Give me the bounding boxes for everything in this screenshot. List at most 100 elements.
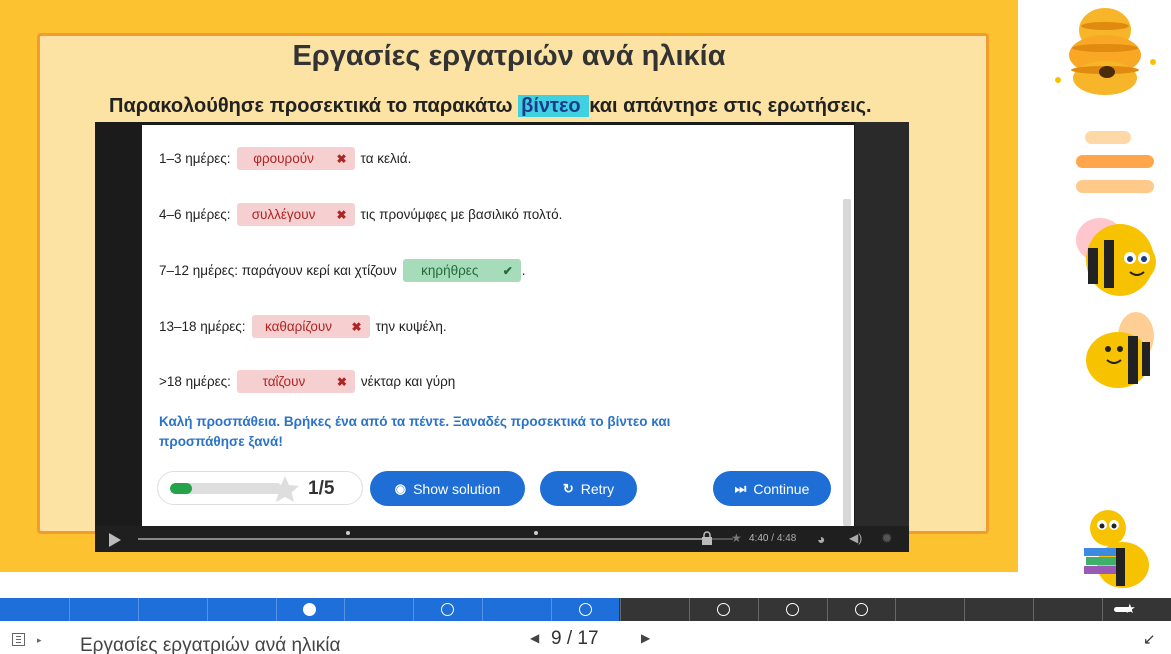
slide-segment-divider [758, 598, 759, 621]
continue-label: Continue [753, 480, 810, 497]
slide-task-marker[interactable] [786, 603, 799, 616]
slide-task-marker[interactable] [855, 603, 868, 616]
score-bar [170, 483, 282, 494]
row-prefix: 1–3 ημέρες: [159, 151, 231, 166]
interaction-marker[interactable] [534, 531, 538, 535]
score-text: 1/5 [308, 478, 335, 499]
duration: 4:48 [776, 533, 797, 544]
bee-character-icon [1086, 312, 1154, 388]
eye-icon: ◉ [394, 480, 407, 496]
quality-icon[interactable]: ◕ [817, 531, 825, 547]
instruction-end: και απάντησε στις ερωτήσεις. [589, 95, 872, 117]
interaction-marker[interactable] [346, 531, 350, 535]
feedback-line: προσπάθησε ξανά! [159, 434, 283, 449]
row-suffix: τις προνύμφες με βασιλικό πολτό. [360, 207, 563, 222]
retry-button[interactable]: ↻ Retry [540, 471, 637, 506]
row-prefix: >18 ημέρες: [159, 374, 231, 389]
video-controls: ★ 4:40 / 4:48 ◕ ◀) ✹ [95, 526, 909, 552]
menu-bars-icon [1076, 131, 1154, 193]
slide-segment-divider [276, 598, 277, 621]
slide-segment-divider [1102, 598, 1103, 621]
question-row-3: 7–12 ημέρες: παράγουν κερί και χτίζουν κ… [159, 259, 526, 282]
summary-slide-marker[interactable] [1114, 607, 1132, 612]
star-icon [271, 476, 299, 502]
interactive-video[interactable]: 1–3 ημέρες: φρουρούν ✖ τα κελιά. 4–6 ημέρ… [95, 122, 909, 552]
continue-button[interactable]: ⏭ Continue [713, 471, 831, 506]
play-icon[interactable] [109, 533, 121, 547]
check-mark-icon: ✔ [502, 263, 513, 278]
next-slide-icon[interactable]: ▶ [641, 631, 650, 645]
exit-fullscreen-icon[interactable]: ↙ [1143, 630, 1156, 648]
footer-title: Εργασίες εργατριών ανά ηλικία [80, 635, 341, 654]
current-time: 4:40 [749, 533, 769, 544]
menu-icon[interactable] [12, 633, 25, 646]
answer-wrong: φρουρούν ✖ [236, 147, 355, 170]
slide-segment-divider [413, 598, 414, 621]
slide-segment-divider [689, 598, 690, 621]
slide-segment-divider [1033, 598, 1034, 621]
slide-segment-divider [964, 598, 965, 621]
bee-character-icon [1076, 218, 1156, 296]
row-suffix: νέκταρ και γύρη [360, 374, 456, 389]
page-counter: 9 / 17 [551, 628, 599, 650]
time-separator: / [768, 533, 777, 544]
slide-segment-divider [207, 598, 208, 621]
video-background [855, 122, 909, 526]
row-prefix: 4–6 ημέρες: [159, 207, 231, 222]
wrong-mark-icon: ✖ [336, 207, 347, 222]
decoration-column [1018, 0, 1171, 598]
wrong-mark-icon: ✖ [336, 151, 347, 166]
slide-area: Εργασίες εργατριών ανά ηλικία Παρακολούθ… [0, 0, 1018, 572]
answer-wrong: συλλέγουν ✖ [236, 203, 355, 226]
page-separator: / [566, 628, 573, 649]
bee-reading-icon [1084, 510, 1149, 588]
answer-text: καθαρίζουν [264, 319, 333, 334]
slide-stage: Εργασίες εργατριών ανά ηλικία Παρακολούθ… [0, 0, 1171, 654]
instruction-start: Παρακολούθησε προσεκτικά το παρακάτω [109, 95, 519, 117]
question-row-1: 1–3 ημέρες: φρουρούν ✖ τα κελιά. [159, 147, 411, 170]
slide-title: Εργασίες εργατριών ανά ηλικία [292, 40, 726, 72]
feedback-line: Καλή προσπάθεια. Βρήκες ένα από τα πέντε… [159, 414, 671, 429]
gear-icon[interactable]: ✹ [881, 530, 893, 547]
retry-label: Retry [580, 480, 615, 497]
slide-segment-divider [551, 598, 552, 621]
bookmark-star-icon[interactable]: ★ [731, 531, 742, 545]
row-suffix: τα κελιά. [360, 151, 412, 166]
wrong-mark-icon: ✖ [351, 319, 362, 334]
row-suffix: την κυψέλη. [375, 319, 447, 334]
card-scrollbar[interactable] [843, 199, 851, 526]
question-row-2: 4–6 ημέρες: συλλέγουν ✖ τις προνύμφες με … [159, 203, 562, 226]
feedback-text: Καλή προσπάθεια. Βρήκες ένα από τα πέντε… [159, 412, 759, 452]
instruction-text: Παρακολούθησε προσεκτικά το παρακάτω βίν… [109, 95, 939, 118]
slide-task-marker[interactable] [303, 603, 316, 616]
slide-segment-divider [620, 598, 621, 621]
slide-task-marker[interactable] [717, 603, 730, 616]
highlighted-word: βίντεο [518, 95, 590, 117]
footer: ▸ Εργασίες εργατριών ανά ηλικία ◀ 9 / 17… [0, 621, 1171, 654]
question-row-4: 13–18 ημέρες: καθαρίζουν ✖ την κυψέλη. [159, 315, 447, 338]
show-solution-button[interactable]: ◉ Show solution [370, 471, 525, 506]
bees-decoration [1055, 8, 1156, 588]
answer-text: συλλέγουν [251, 207, 316, 222]
answer-correct: κηρήθρες ✔ [402, 259, 521, 282]
slide-segment-divider [138, 598, 139, 621]
seek-bar[interactable] [138, 538, 703, 540]
caret-icon[interactable]: ▸ [37, 635, 42, 646]
retry-icon: ↻ [562, 480, 574, 496]
wrong-mark-icon: ✖ [336, 374, 347, 389]
slide-segment-divider [895, 598, 896, 621]
row-suffix: . [521, 263, 526, 278]
page-current: 9 [551, 628, 562, 649]
slide-task-marker[interactable] [441, 603, 454, 616]
volume-icon[interactable]: ◀) [849, 531, 862, 545]
row-prefix: 13–18 ημέρες: [159, 319, 246, 334]
lock-icon [702, 531, 712, 545]
slide-segment-divider [344, 598, 345, 621]
slide-navigation-bar: ★ [0, 598, 1171, 621]
show-solution-label: Show solution [413, 480, 501, 497]
previous-slide-icon[interactable]: ◀ [530, 631, 539, 645]
time-display: 4:40 / 4:48 [749, 533, 796, 544]
slide-task-marker[interactable] [579, 603, 592, 616]
row-prefix: 7–12 ημέρες: παράγουν κερί και χτίζουν [159, 263, 397, 278]
slide-segment-divider [827, 598, 828, 621]
